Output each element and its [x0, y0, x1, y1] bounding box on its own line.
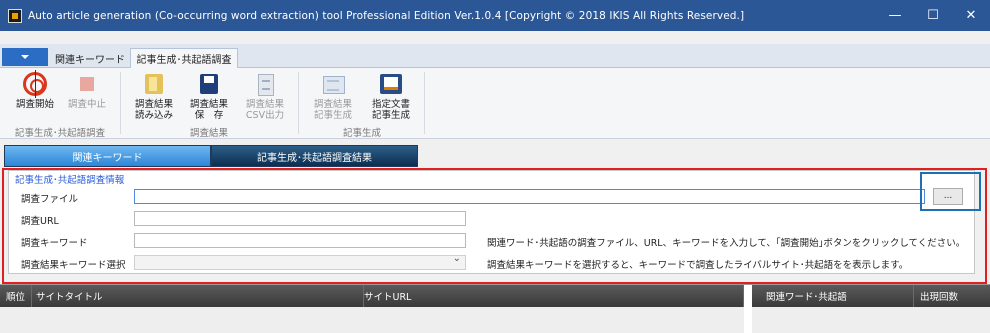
file-menu-button[interactable]: [2, 48, 48, 66]
ribbon: 調査開始 調査中止 記事生成･共起語調査 調査結果 読み込み 調査結果 保 存 …: [0, 68, 990, 139]
ribbon-separator: [120, 72, 121, 134]
article-generate-icon: [321, 72, 345, 96]
window-titlebar: Auto article generation (Co-occurring wo…: [0, 0, 990, 31]
survey-file-input[interactable]: [134, 189, 925, 204]
column-related-word[interactable]: 関連ワード･共起語: [752, 285, 914, 307]
close-button[interactable]: ✕: [952, 0, 990, 31]
load-results-label-2: 読み込み: [134, 110, 173, 121]
app-icon: [8, 8, 22, 23]
result-keyword-select-label: 調査結果キーワード選択: [21, 260, 126, 271]
start-survey-label: 調査開始: [15, 99, 54, 110]
csv-export-button[interactable]: 調査結果 CSV出力: [242, 72, 288, 121]
select-hint-text: 調査結果キーワードを選択すると、キーワードで調査したライバルサイト･共起語をを表…: [487, 260, 909, 271]
generate-article-label-2: 記事生成: [313, 110, 352, 121]
stop-survey-button[interactable]: 調査中止: [64, 72, 110, 110]
survey-keyword-input[interactable]: [134, 233, 466, 248]
panel-title: 記事生成･共起語調査情報: [15, 175, 125, 186]
column-site-title[interactable]: サイトタイトル: [32, 285, 364, 307]
generate-doc-label-1: 指定文書: [371, 99, 410, 110]
column-rank[interactable]: 順位: [0, 285, 32, 307]
survey-info-panel: 記事生成･共起語調査情報 調査ファイル ... 調査URL 調査キーワード 関連…: [8, 170, 975, 274]
results-area: 順位 サイトタイトル サイトURL 関連ワード･共起語 出現回数: [0, 284, 990, 333]
ribbon-group-label-survey: 記事生成･共起語調査: [14, 128, 106, 139]
browse-file-button[interactable]: ...: [933, 188, 963, 205]
ribbon-separator: [298, 72, 299, 134]
start-survey-button[interactable]: 調査開始: [12, 70, 58, 110]
column-occurrence-count[interactable]: 出現回数: [914, 285, 990, 307]
document-generate-icon: [379, 72, 403, 96]
result-keyword-select[interactable]: [134, 253, 466, 270]
stop-survey-label: 調査中止: [67, 99, 106, 110]
site-grid-header: 順位 サイトタイトル サイトURL: [0, 285, 744, 307]
load-results-button[interactable]: 調査結果 読み込み: [131, 72, 177, 121]
ribbon-separator: [424, 72, 425, 134]
word-grid-body[interactable]: [752, 307, 990, 333]
save-results-button[interactable]: 調査結果 保 存: [186, 72, 232, 121]
survey-keyword-label: 調査キーワード: [21, 238, 88, 249]
ribbon-group-label-generation: 記事生成: [342, 128, 381, 139]
ribbon-tab-related-keywords[interactable]: 関連キーワード: [52, 48, 128, 68]
stop-icon: [75, 72, 99, 96]
csv-export-label-1: 調査結果: [245, 99, 284, 110]
column-site-url[interactable]: サイトURL: [364, 285, 744, 307]
save-results-label-1: 調査結果: [189, 99, 228, 110]
ribbon-group-label-results: 調査結果: [189, 128, 228, 139]
survey-url-label: 調査URL: [21, 216, 59, 227]
save-results-label-2: 保 存: [194, 110, 224, 121]
folder-open-icon: [142, 72, 166, 96]
ribbon-tab-article-generation[interactable]: 記事生成･共起語調査: [130, 48, 238, 69]
generate-article-from-results-button[interactable]: 調査結果 記事生成: [310, 72, 356, 121]
generate-article-from-document-button[interactable]: 指定文書 記事生成: [368, 72, 414, 121]
tab-survey-results[interactable]: 記事生成･共起語調査結果: [211, 145, 418, 167]
target-icon: [23, 70, 47, 98]
survey-file-label: 調査ファイル: [21, 194, 79, 205]
ribbon-tabstrip: 関連キーワード 記事生成･共起語調査: [0, 44, 990, 69]
generate-doc-label-2: 記事生成: [371, 110, 410, 121]
tab-related-keywords[interactable]: 関連キーワード: [4, 145, 211, 167]
minimize-button[interactable]: —: [876, 0, 914, 31]
load-results-label-1: 調査結果: [134, 99, 173, 110]
survey-url-input[interactable]: [134, 211, 466, 226]
csv-export-label-2: CSV出力: [245, 110, 285, 121]
maximize-button[interactable]: ☐: [914, 0, 952, 31]
window-title: Auto article generation (Co-occurring wo…: [28, 9, 745, 22]
save-icon: [197, 72, 221, 96]
csv-export-icon: [253, 72, 277, 96]
content-tabs: 関連キーワード 記事生成･共起語調査結果: [0, 143, 990, 167]
word-grid-header: 関連ワード･共起語 出現回数: [752, 285, 990, 307]
site-grid-body[interactable]: [0, 307, 744, 333]
generate-article-label-1: 調査結果: [313, 99, 352, 110]
keyword-hint-text: 関連ワード･共起語の調査ファイル、URL、キーワードを入力して、｢調査開始｣ボタ…: [487, 238, 966, 249]
